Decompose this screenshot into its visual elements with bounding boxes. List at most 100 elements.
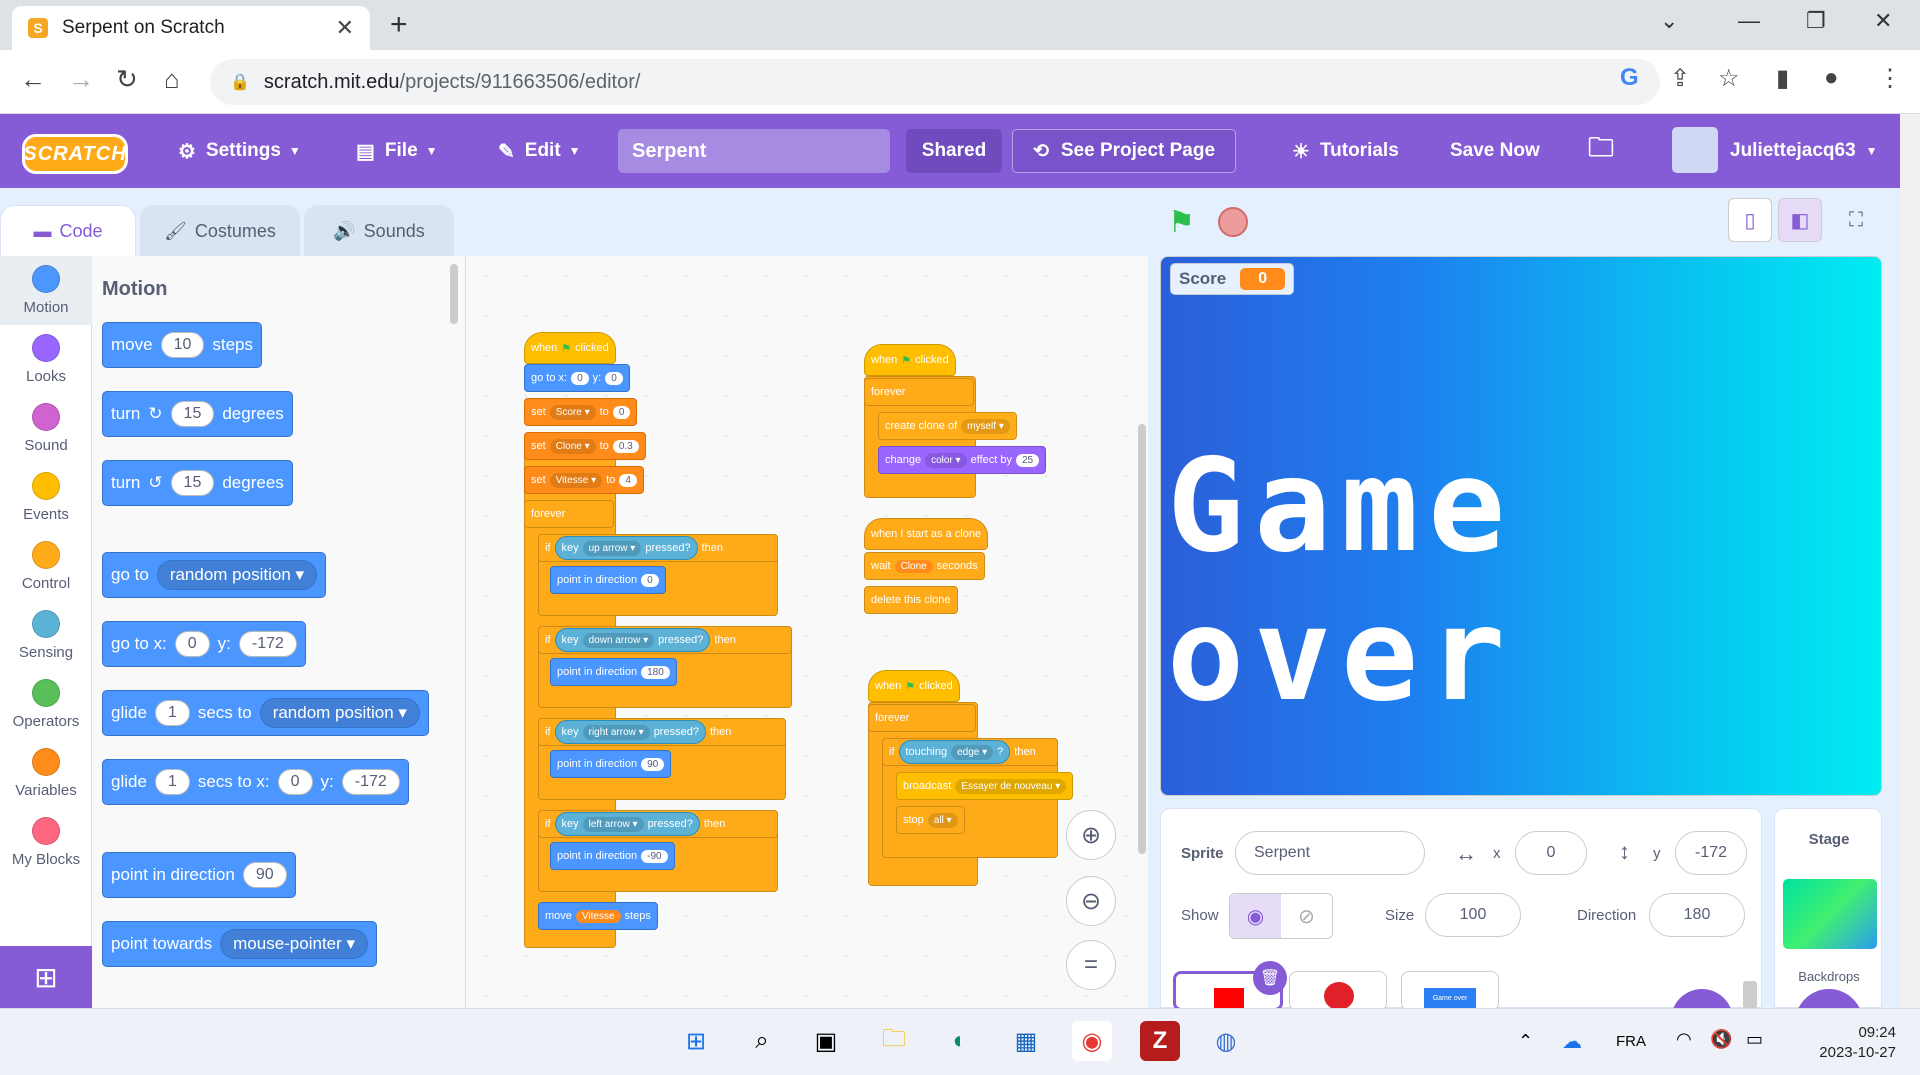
shared-button[interactable]: Shared — [906, 129, 1002, 173]
block-input[interactable]: 1 — [154, 700, 190, 726]
size-input[interactable]: 100 — [1425, 893, 1521, 937]
move-steps-block[interactable]: move Vitesse steps — [538, 902, 658, 930]
key-pressed-sensing[interactable]: key left arrow ▾ pressed? — [554, 812, 700, 836]
block-input[interactable]: 15 — [170, 401, 215, 427]
close-window-icon[interactable]: ✕ — [1874, 8, 1892, 34]
block-dropdown[interactable]: mouse-pointer ▾ — [220, 929, 369, 959]
zoom-reset-button[interactable]: = — [1066, 940, 1116, 990]
category-looks[interactable]: Looks — [0, 325, 92, 394]
task-view-icon[interactable]: ▣ — [806, 1021, 846, 1061]
edge-icon[interactable]: ◐ — [940, 1021, 980, 1061]
if-key-pressed-block[interactable]: if key down arrow ▾ pressed? then — [538, 626, 792, 654]
if-touching-block[interactable]: if touching edge ▾? then — [882, 738, 1058, 766]
block-input[interactable]: 0 — [641, 573, 659, 587]
block-input[interactable]: 0 — [174, 631, 210, 657]
key-pressed-sensing[interactable]: key right arrow ▾ pressed? — [554, 720, 706, 744]
go-to-xy-block[interactable]: go to x: 0 y: 0 — [524, 364, 630, 392]
point-direction-block[interactable]: point in direction 0 — [550, 566, 666, 594]
browser-tab[interactable]: S Serpent on Scratch ✕ — [12, 6, 370, 50]
glide-xy-block[interactable]: glide 1 secs to x: 0 y: -172 — [102, 759, 409, 805]
key-dropdown[interactable]: left arrow ▾ — [582, 816, 644, 832]
block-dropdown[interactable]: random position ▾ — [259, 698, 420, 728]
chevron-up-icon[interactable]: ⌃ — [1518, 1031, 1533, 1052]
chrome-icon[interactable]: ◉ — [1072, 1021, 1112, 1061]
direction-input[interactable]: 180 — [1649, 893, 1745, 937]
key-pressed-sensing[interactable]: key down arrow ▾ pressed? — [554, 628, 711, 652]
block-input[interactable]: 1 — [154, 769, 190, 795]
touching-dropdown[interactable]: edge ▾ — [951, 744, 994, 760]
variable-dropdown[interactable]: Score ▾ — [549, 404, 596, 420]
block-input[interactable]: 90 — [242, 862, 287, 888]
scratch-logo[interactable]: SCRATCH — [22, 134, 128, 174]
forever-block[interactable]: forever — [524, 500, 614, 528]
block-input[interactable]: -90 — [641, 849, 668, 863]
language-indicator[interactable]: FRA — [1616, 1033, 1646, 1050]
block-input[interactable]: 0 — [277, 769, 313, 795]
url-bar[interactable]: 🔒 scratch.mit.edu /projects/911663506/ed… — [210, 59, 1660, 105]
when-flag-clicked-hat[interactable]: when ⚑ clicked — [524, 332, 616, 364]
fullscreen-button[interactable]: ⛶ — [1834, 198, 1878, 242]
set-variable-block[interactable]: set Clone ▾ to 0.3 — [524, 432, 646, 460]
sprite-thumb-gameover[interactable]: Game over — [1401, 971, 1499, 1011]
muted-volume-icon[interactable]: 🔇 — [1710, 1029, 1732, 1050]
category-sensing[interactable]: Sensing — [0, 601, 92, 670]
show-eye-icon[interactable]: ◉ — [1230, 894, 1281, 938]
block-input[interactable]: -172 — [238, 631, 297, 657]
stop-block[interactable]: stop all ▾ — [896, 806, 965, 834]
stop-dropdown[interactable]: all ▾ — [927, 812, 958, 828]
point-direction-block[interactable]: point in direction 90 — [102, 852, 296, 898]
edit-menu[interactable]: ✎ Edit ▼ — [498, 114, 581, 188]
block-input[interactable]: 10 — [160, 332, 205, 358]
script-area[interactable]: when ⚑ clicked go to x: 0 y: 0 set Score ▾ to 0 … — [466, 256, 1148, 1008]
block-input[interactable]: 180 — [641, 665, 670, 679]
file-explorer-icon[interactable]: 🗀 — [874, 1021, 914, 1061]
delete-sprite-icon[interactable]: 🗑 — [1253, 961, 1287, 995]
browser-menu-icon[interactable]: ⋮ — [1878, 64, 1902, 93]
category-variables[interactable]: Variables — [0, 739, 92, 808]
account-menu[interactable]: Juliettejacq63 ▼ — [1730, 114, 1878, 188]
if-key-pressed-block[interactable]: if key left arrow ▾ pressed? then — [538, 810, 778, 838]
tutorials-button[interactable]: ☀ Tutorials — [1292, 114, 1399, 188]
block-input[interactable]: 90 — [641, 757, 665, 771]
project-title-input[interactable]: Serpent — [618, 129, 890, 173]
palette-scrollbar[interactable] — [450, 264, 458, 324]
tab-search-icon[interactable]: ⌄ — [1660, 8, 1678, 34]
when-start-as-clone-hat[interactable]: when I start as a clone — [864, 518, 989, 550]
block-input[interactable]: 4 — [619, 473, 637, 487]
tab-costumes[interactable]: 🖌 Costumes — [140, 205, 300, 257]
sprite-thumb-apple[interactable] — [1289, 971, 1387, 1011]
sprite-name-input[interactable]: Serpent — [1235, 831, 1425, 875]
system-clock[interactable]: 09:24 2023-10-27 — [1819, 1023, 1896, 1063]
block-dropdown[interactable]: random position ▾ — [156, 560, 318, 590]
normal-stage-button[interactable]: ◧ — [1778, 198, 1822, 242]
point-direction-block[interactable]: point in direction -90 — [550, 842, 675, 870]
block-input[interactable]: -172 — [341, 769, 400, 795]
turn-left-block[interactable]: turn ↺ 15 degrees — [102, 460, 293, 506]
key-pressed-sensing[interactable]: key up arrow ▾ pressed? — [554, 536, 698, 560]
category-operators[interactable]: Operators — [0, 670, 92, 739]
stage-thumbnail[interactable] — [1783, 879, 1877, 949]
forever-block[interactable]: forever — [864, 378, 974, 406]
variable-dropdown[interactable]: Vitesse ▾ — [549, 472, 603, 488]
zoom-in-button[interactable]: ⊕ — [1066, 810, 1116, 860]
windows-start-icon[interactable]: ⊞ — [676, 1021, 716, 1061]
filezilla-icon[interactable]: Z — [1140, 1021, 1180, 1061]
wait-block[interactable]: wait Clone seconds — [864, 552, 985, 580]
if-key-pressed-block[interactable]: if key up arrow ▾ pressed? then — [538, 534, 778, 562]
back-icon[interactable]: ← — [20, 64, 46, 95]
x-input[interactable]: 0 — [1515, 831, 1587, 875]
sprite-list-scrollbar[interactable] — [1743, 981, 1757, 1009]
side-panel-icon[interactable]: ▮ — [1776, 64, 1789, 93]
zoom-out-button[interactable]: ⊖ — [1066, 876, 1116, 926]
file-menu[interactable]: ▤ File ▼ — [356, 114, 438, 188]
tab-sounds[interactable]: 🔊 Sounds — [304, 205, 454, 257]
profile-icon[interactable]: ● — [1824, 64, 1839, 92]
close-tab-icon[interactable]: ✕ — [336, 15, 354, 41]
small-stage-button[interactable]: ▯ — [1728, 198, 1772, 242]
clone-reporter[interactable]: Clone — [894, 559, 933, 573]
share-icon[interactable]: ⇪ — [1670, 64, 1690, 93]
google-icon[interactable]: G — [1620, 64, 1639, 92]
block-input[interactable]: 0 — [612, 405, 631, 419]
stop-icon[interactable] — [1218, 207, 1248, 237]
point-towards-block[interactable]: point towards mouse-pointer ▾ — [102, 921, 378, 967]
